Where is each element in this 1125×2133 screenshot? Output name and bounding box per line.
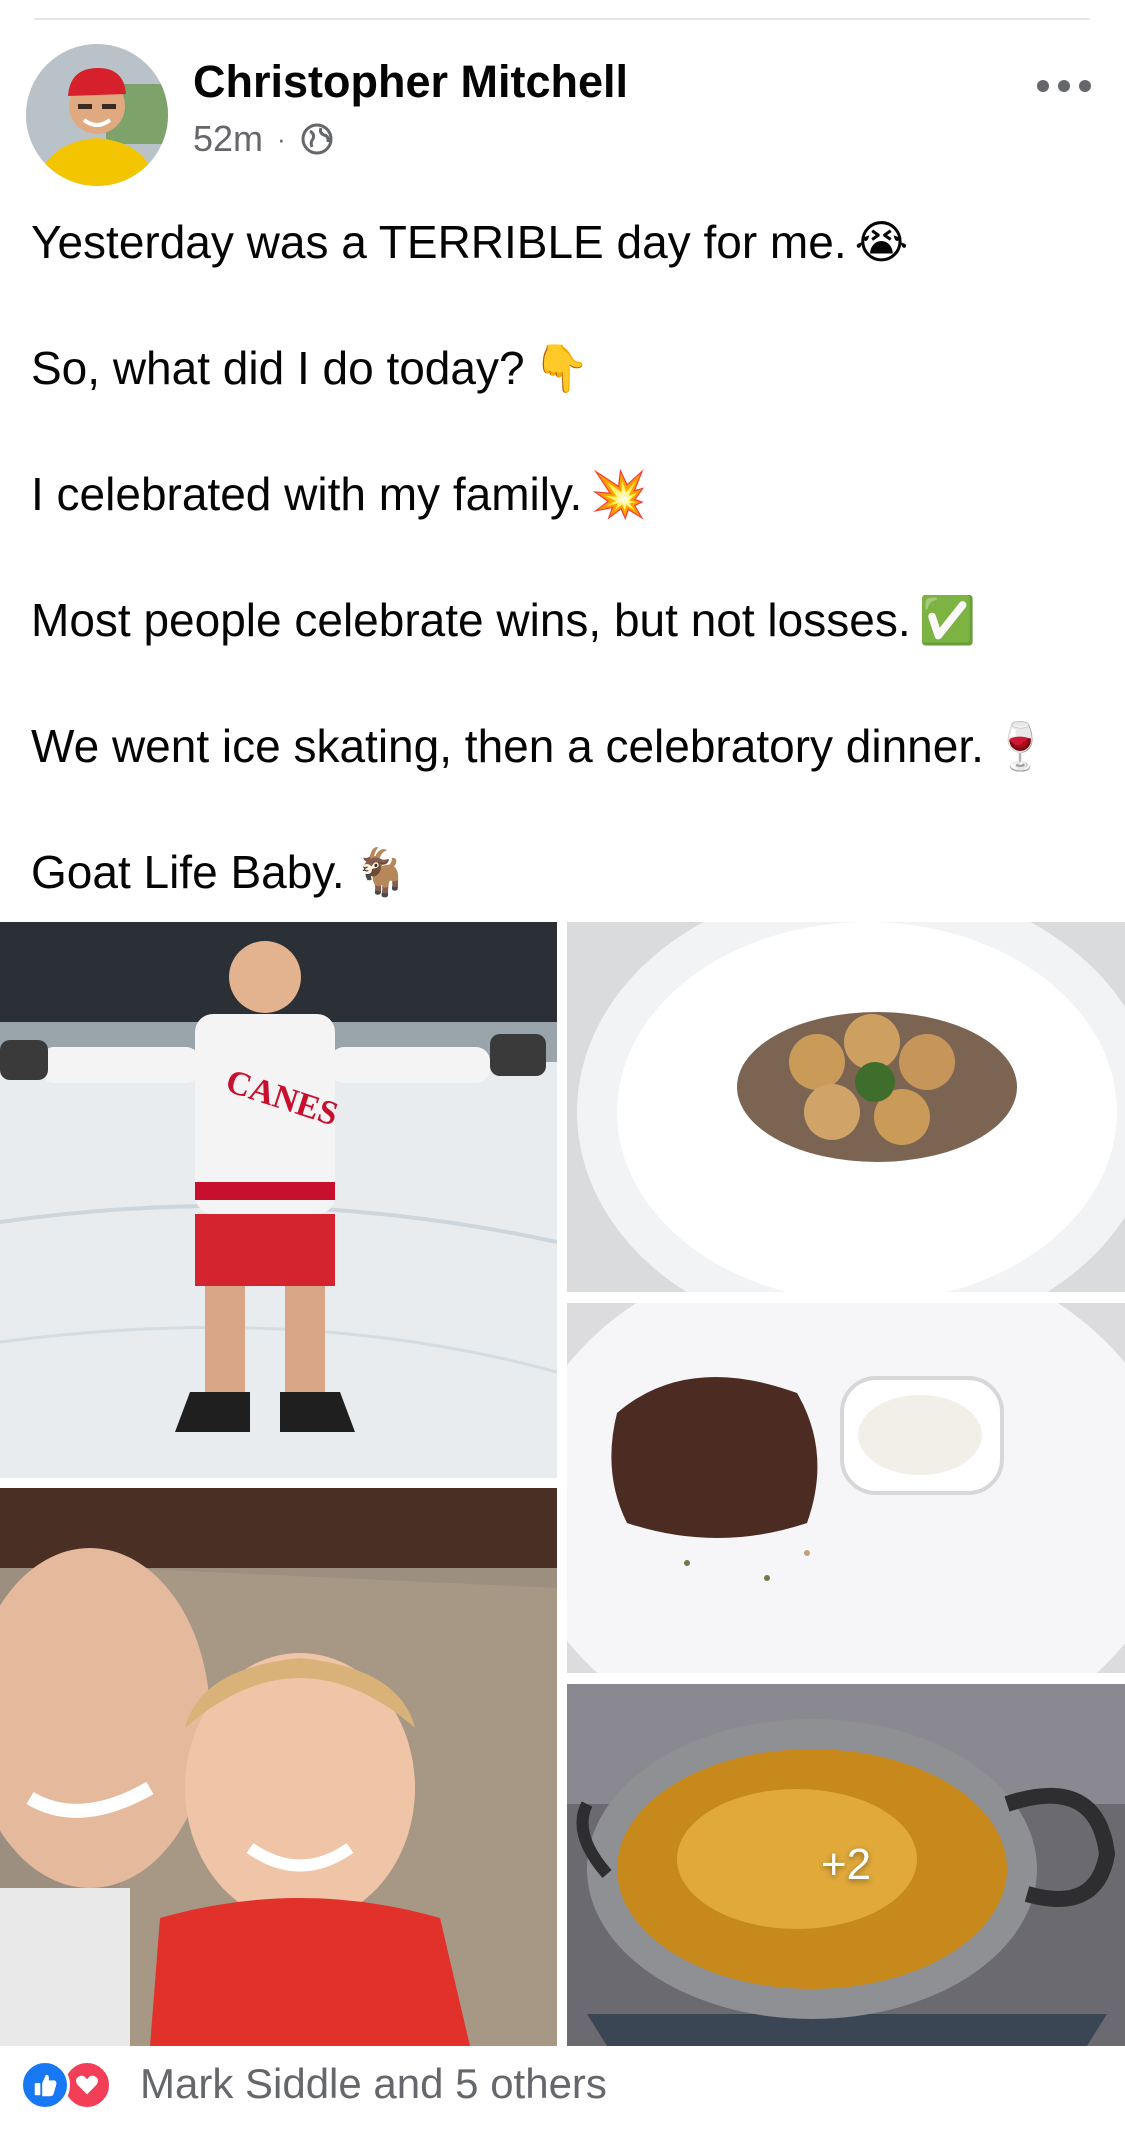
check-mark-emoji: ✅ (918, 594, 976, 646)
post-line-text: I celebrated with my family. (31, 468, 583, 520)
post-time[interactable]: 52m (193, 118, 263, 160)
more-photos-count: +2 (820, 1840, 872, 1889)
post-line-text: So, what did I do today? (31, 342, 525, 394)
more-options-icon[interactable] (1029, 66, 1099, 106)
post-line: So, what did I do today? 👇 (31, 338, 1101, 398)
post-line: Yesterday was a TERRIBLE day for me. 😭 (31, 212, 1101, 272)
pointing-down-emoji: 👇 (532, 342, 590, 394)
top-divider (34, 18, 1090, 20)
like-icon (20, 2060, 70, 2110)
post-line-text: Goat Life Baby. (31, 846, 345, 898)
reaction-icons (20, 2058, 130, 2110)
post-body: Yesterday was a TERRIBLE day for me. 😭 So… (31, 212, 1101, 902)
reactions-text[interactable]: Mark Siddle and 5 others (140, 2060, 607, 2108)
crying-face-emoji: 😭 (854, 216, 909, 268)
author-avatar[interactable] (26, 44, 168, 186)
goat-emoji: 🐐 (352, 846, 410, 898)
more-dot (1058, 80, 1070, 92)
photo-grid: CANES +2 (0, 922, 1125, 2046)
ice-skating-photo[interactable]: CANES (0, 922, 557, 1478)
post-line: I celebrated with my family. 💥 (31, 464, 1101, 524)
scallops-photo[interactable] (567, 922, 1125, 1292)
post-line: Most people celebrate wins, but not loss… (31, 590, 1101, 650)
meta-separator: · (277, 123, 286, 154)
author-name[interactable]: Christopher Mitchell (193, 56, 628, 108)
steak-photo[interactable] (567, 1303, 1125, 1673)
reactions-summary[interactable]: Mark Siddle and 5 others (20, 2058, 607, 2110)
wine-glass-emoji: 🍷 (991, 720, 1050, 772)
post-line: Goat Life Baby. 🐐 (31, 842, 1101, 902)
collision-emoji: 💥 (590, 468, 648, 520)
post-header: Christopher Mitchell 52m · (0, 40, 1125, 190)
globe-icon[interactable] (300, 122, 334, 156)
post-line-text: We went ice skating, then a celebratory … (31, 720, 984, 772)
post-line-text: Most people celebrate wins, but not loss… (31, 594, 911, 646)
post-line: We went ice skating, then a celebratory … (31, 716, 1101, 776)
post-line-text: Yesterday was a TERRIBLE day for me. (31, 216, 847, 268)
post-meta: 52m · (193, 114, 334, 164)
mac-and-cheese-photo[interactable]: +2 (567, 1684, 1125, 2046)
more-dot (1037, 80, 1049, 92)
more-dot (1079, 80, 1091, 92)
selfie-photo[interactable] (0, 1488, 557, 2046)
